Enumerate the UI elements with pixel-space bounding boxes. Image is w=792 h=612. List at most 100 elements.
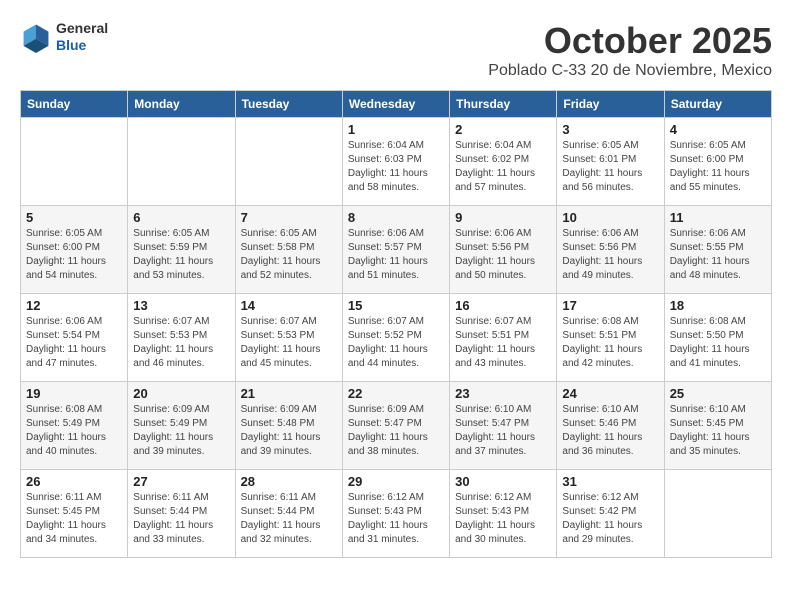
- day-info: Sunrise: 6:12 AM Sunset: 5:42 PM Dayligh…: [562, 491, 658, 547]
- day-info: Sunrise: 6:06 AM Sunset: 5:54 PM Dayligh…: [26, 315, 122, 371]
- calendar-cell: 4Sunrise: 6:05 AM Sunset: 6:00 PM Daylig…: [664, 118, 771, 206]
- calendar-cell: 29Sunrise: 6:12 AM Sunset: 5:43 PM Dayli…: [342, 470, 449, 558]
- logo-line2: Blue: [56, 37, 108, 54]
- day-info: Sunrise: 6:06 AM Sunset: 5:57 PM Dayligh…: [348, 227, 444, 283]
- weekday-header-tuesday: Tuesday: [235, 91, 342, 118]
- calendar-cell: 26Sunrise: 6:11 AM Sunset: 5:45 PM Dayli…: [21, 470, 128, 558]
- day-number: 3: [562, 122, 658, 137]
- day-number: 10: [562, 210, 658, 225]
- day-number: 19: [26, 386, 122, 401]
- calendar-header: SundayMondayTuesdayWednesdayThursdayFrid…: [21, 91, 772, 118]
- day-info: Sunrise: 6:11 AM Sunset: 5:44 PM Dayligh…: [241, 491, 337, 547]
- weekday-header-friday: Friday: [557, 91, 664, 118]
- calendar-cell: 25 Sunrise: 6:10 AM Sunset: 5:45 PM Dayli…: [664, 382, 771, 470]
- calendar-cell: 13 Sunrise: 6:07 AM Sunset: 5:53 PM Dayli…: [128, 294, 235, 382]
- day-info: Sunrise: 6:08 AM Sunset: 5:51 PM Dayligh…: [562, 315, 658, 371]
- day-number: 6: [133, 210, 229, 225]
- logo-icon: [20, 21, 52, 53]
- calendar-cell: 2Sunrise: 6:04 AM Sunset: 6:02 PM Daylig…: [450, 118, 557, 206]
- calendar-cell: 16Sunrise: 6:07 AM Sunset: 5:51 PM Dayli…: [450, 294, 557, 382]
- calendar-cell: 11Sunrise: 6:06 AM Sunset: 5:55 PM Dayli…: [664, 206, 771, 294]
- day-number: 12: [26, 298, 122, 313]
- weekday-header-monday: Monday: [128, 91, 235, 118]
- day-number: 13: [133, 298, 229, 313]
- day-number: 1: [348, 122, 444, 137]
- day-number: 24: [562, 386, 658, 401]
- day-info: Sunrise: 6:07 AM Sunset: 5:53 PM Dayligh…: [133, 315, 229, 371]
- calendar-week-row: 12 Sunrise: 6:06 AM Sunset: 5:54 PM Dayli…: [21, 294, 772, 382]
- day-number: 27: [133, 474, 229, 489]
- calendar-cell: 28 Sunrise: 6:11 AM Sunset: 5:44 PM Dayli…: [235, 470, 342, 558]
- calendar-cell: 1 Sunrise: 6:04 AM Sunset: 6:03 PM Daylig…: [342, 118, 449, 206]
- day-info: Sunrise: 6:10 AM Sunset: 5:45 PM Dayligh…: [670, 403, 766, 459]
- day-number: 9: [455, 210, 551, 225]
- day-number: 30: [455, 474, 551, 489]
- calendar-cell: [21, 118, 128, 206]
- day-info: Sunrise: 6:08 AM Sunset: 5:49 PM Dayligh…: [26, 403, 122, 459]
- logo-line1: General: [56, 20, 108, 37]
- day-number: 17: [562, 298, 658, 313]
- weekday-header-wednesday: Wednesday: [342, 91, 449, 118]
- day-info: Sunrise: 6:07 AM Sunset: 5:52 PM Dayligh…: [348, 315, 444, 371]
- calendar-cell: 18 Sunrise: 6:08 AM Sunset: 5:50 PM Dayli…: [664, 294, 771, 382]
- calendar-cell: 3 Sunrise: 6:05 AM Sunset: 6:01 PM Daylig…: [557, 118, 664, 206]
- day-info: Sunrise: 6:12 AM Sunset: 5:43 PM Dayligh…: [348, 491, 444, 547]
- calendar-cell: [128, 118, 235, 206]
- day-info: Sunrise: 6:09 AM Sunset: 5:48 PM Dayligh…: [241, 403, 337, 459]
- day-info: Sunrise: 6:10 AM Sunset: 5:47 PM Dayligh…: [455, 403, 551, 459]
- calendar-cell: 7 Sunrise: 6:05 AM Sunset: 5:58 PM Daylig…: [235, 206, 342, 294]
- day-info: Sunrise: 6:05 AM Sunset: 6:01 PM Dayligh…: [562, 139, 658, 195]
- day-number: 25: [670, 386, 766, 401]
- calendar-cell: 8 Sunrise: 6:06 AM Sunset: 5:57 PM Daylig…: [342, 206, 449, 294]
- day-number: 15: [348, 298, 444, 313]
- day-number: 31: [562, 474, 658, 489]
- day-number: 18: [670, 298, 766, 313]
- day-number: 22: [348, 386, 444, 401]
- day-number: 14: [241, 298, 337, 313]
- logo-text-block: General Blue: [56, 20, 108, 54]
- day-info: Sunrise: 6:05 AM Sunset: 6:00 PM Dayligh…: [26, 227, 122, 283]
- title-block: October 2025 Poblado C-33 20 de Noviembr…: [488, 20, 772, 80]
- calendar-cell: 5 Sunrise: 6:05 AM Sunset: 6:00 PM Daylig…: [21, 206, 128, 294]
- calendar-cell: 9 Sunrise: 6:06 AM Sunset: 5:56 PM Daylig…: [450, 206, 557, 294]
- calendar-cell: [235, 118, 342, 206]
- day-info: Sunrise: 6:05 AM Sunset: 6:00 PM Dayligh…: [670, 139, 766, 195]
- calendar-cell: 23 Sunrise: 6:10 AM Sunset: 5:47 PM Dayli…: [450, 382, 557, 470]
- day-info: Sunrise: 6:06 AM Sunset: 5:56 PM Dayligh…: [562, 227, 658, 283]
- day-number: 2: [455, 122, 551, 137]
- calendar-cell: 30Sunrise: 6:12 AM Sunset: 5:43 PM Dayli…: [450, 470, 557, 558]
- day-info: Sunrise: 6:06 AM Sunset: 5:56 PM Dayligh…: [455, 227, 551, 283]
- day-info: Sunrise: 6:09 AM Sunset: 5:49 PM Dayligh…: [133, 403, 229, 459]
- calendar-week-row: 19 Sunrise: 6:08 AM Sunset: 5:49 PM Dayli…: [21, 382, 772, 470]
- day-info: Sunrise: 6:11 AM Sunset: 5:45 PM Dayligh…: [26, 491, 122, 547]
- day-info: Sunrise: 6:04 AM Sunset: 6:03 PM Dayligh…: [348, 139, 444, 195]
- day-info: Sunrise: 6:08 AM Sunset: 5:50 PM Dayligh…: [670, 315, 766, 371]
- day-info: Sunrise: 6:05 AM Sunset: 5:59 PM Dayligh…: [133, 227, 229, 283]
- day-number: 20: [133, 386, 229, 401]
- day-number: 21: [241, 386, 337, 401]
- day-number: 7: [241, 210, 337, 225]
- day-number: 5: [26, 210, 122, 225]
- weekday-header-thursday: Thursday: [450, 91, 557, 118]
- day-number: 23: [455, 386, 551, 401]
- calendar-week-row: 5 Sunrise: 6:05 AM Sunset: 6:00 PM Daylig…: [21, 206, 772, 294]
- calendar-cell: 15 Sunrise: 6:07 AM Sunset: 5:52 PM Dayli…: [342, 294, 449, 382]
- day-info: Sunrise: 6:10 AM Sunset: 5:46 PM Dayligh…: [562, 403, 658, 459]
- calendar-cell: [664, 470, 771, 558]
- day-info: Sunrise: 6:05 AM Sunset: 5:58 PM Dayligh…: [241, 227, 337, 283]
- weekday-header-saturday: Saturday: [664, 91, 771, 118]
- day-number: 28: [241, 474, 337, 489]
- page-header: General Blue October 2025 Poblado C-33 2…: [20, 20, 772, 80]
- calendar-cell: 19 Sunrise: 6:08 AM Sunset: 5:49 PM Dayli…: [21, 382, 128, 470]
- weekday-header-sunday: Sunday: [21, 91, 128, 118]
- calendar-table: SundayMondayTuesdayWednesdayThursdayFrid…: [20, 90, 772, 558]
- day-info: Sunrise: 6:07 AM Sunset: 5:51 PM Dayligh…: [455, 315, 551, 371]
- weekday-header-row: SundayMondayTuesdayWednesdayThursdayFrid…: [21, 91, 772, 118]
- day-info: Sunrise: 6:06 AM Sunset: 5:55 PM Dayligh…: [670, 227, 766, 283]
- day-number: 8: [348, 210, 444, 225]
- day-info: Sunrise: 6:09 AM Sunset: 5:47 PM Dayligh…: [348, 403, 444, 459]
- calendar-week-row: 26Sunrise: 6:11 AM Sunset: 5:45 PM Dayli…: [21, 470, 772, 558]
- logo: General Blue: [20, 20, 108, 54]
- calendar-cell: 12 Sunrise: 6:06 AM Sunset: 5:54 PM Dayli…: [21, 294, 128, 382]
- calendar-cell: 6 Sunrise: 6:05 AM Sunset: 5:59 PM Daylig…: [128, 206, 235, 294]
